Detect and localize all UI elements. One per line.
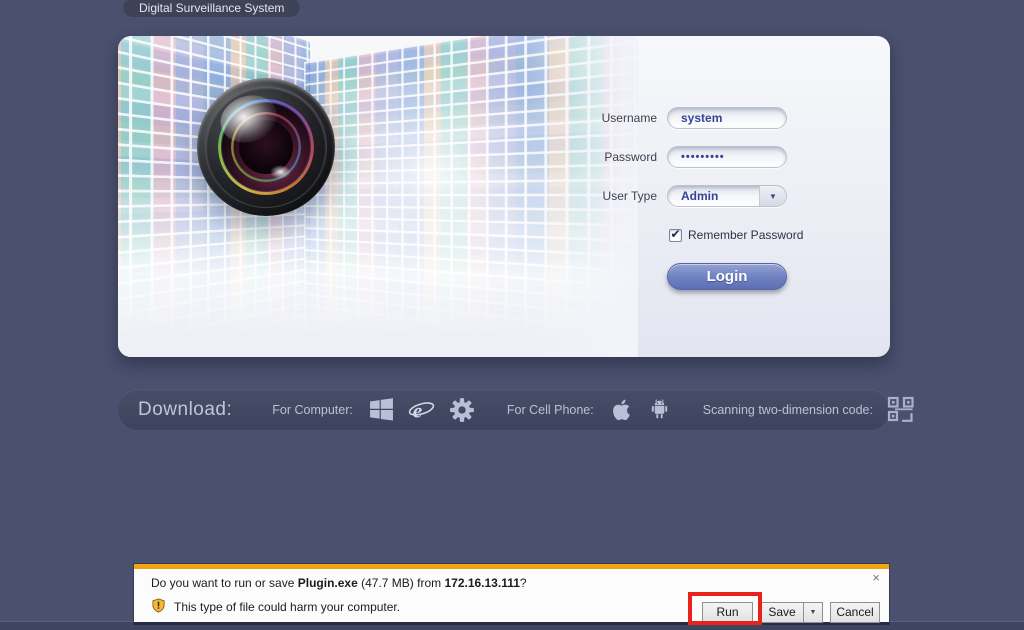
username-input[interactable] xyxy=(668,108,786,128)
user-type-value: Admin xyxy=(681,189,719,203)
warning-stripe xyxy=(134,564,889,569)
download-bar: Download: For Computer: e For Cell Phone… xyxy=(118,389,914,430)
qr-scan-label: Scanning two-dimension code: xyxy=(702,402,873,417)
download-title: Download: xyxy=(138,398,233,420)
user-type-dropdown-button[interactable]: ▼ xyxy=(759,186,786,206)
camera-lens-icon xyxy=(197,78,335,216)
chevron-down-icon: ▼ xyxy=(769,191,777,201)
harm-warning-text: This type of file could harm your comput… xyxy=(174,600,401,614)
computer-download-icons: e xyxy=(369,396,475,423)
password-label: Password xyxy=(604,150,657,164)
svg-text:e: e xyxy=(413,398,423,422)
qr-code-icon[interactable] xyxy=(887,396,917,423)
remember-password-label: Remember Password xyxy=(688,228,804,242)
save-button[interactable]: Save xyxy=(760,602,804,623)
harm-warning-row: This type of file could harm your comput… xyxy=(151,598,400,616)
apple-icon[interactable] xyxy=(610,398,634,422)
login-card: Username Password User Type Admin ▼ ✔ xyxy=(118,36,890,357)
for-computer-label: For Computer: xyxy=(272,402,353,417)
username-label: Username xyxy=(601,111,657,125)
login-button[interactable]: Login xyxy=(667,263,787,290)
username-field-wrap xyxy=(667,107,787,129)
remember-password-row: ✔ Remember Password xyxy=(669,228,803,242)
username-row: Username xyxy=(537,107,797,129)
remember-password-checkbox[interactable]: ✔ xyxy=(669,226,682,242)
file-name: Plugin.exe xyxy=(297,576,358,590)
cancel-button[interactable]: Cancel xyxy=(830,602,880,623)
run-button[interactable]: Run xyxy=(702,602,753,623)
gear-icon[interactable] xyxy=(449,397,475,423)
save-dropdown-button[interactable]: ▼ xyxy=(803,602,823,623)
shield-warning-icon xyxy=(151,598,166,616)
for-cell-phone-label: For Cell Phone: xyxy=(506,402,594,417)
password-input[interactable] xyxy=(668,147,786,167)
windows-icon[interactable] xyxy=(369,397,394,422)
phone-download-icons xyxy=(610,398,671,422)
check-icon: ✔ xyxy=(670,226,681,241)
ie-download-notification: Do you want to run or save Plugin.exe (4… xyxy=(133,563,890,625)
user-type-label: User Type xyxy=(602,189,657,203)
android-icon[interactable] xyxy=(648,398,671,421)
ie-browser-icon[interactable]: e xyxy=(408,396,435,423)
chevron-down-icon: ▼ xyxy=(809,609,817,616)
password-field-wrap xyxy=(667,146,787,168)
close-icon[interactable]: × xyxy=(872,571,880,584)
password-row: Password xyxy=(537,146,797,168)
user-type-select[interactable]: Admin ▼ xyxy=(667,185,787,207)
download-prompt-text: Do you want to run or save Plugin.exe (4… xyxy=(151,576,527,590)
host-address: 172.16.13.111 xyxy=(444,576,520,590)
app-title-tab: Digital Surveillance System xyxy=(123,0,301,17)
user-type-row: User Type Admin ▼ xyxy=(537,185,797,207)
